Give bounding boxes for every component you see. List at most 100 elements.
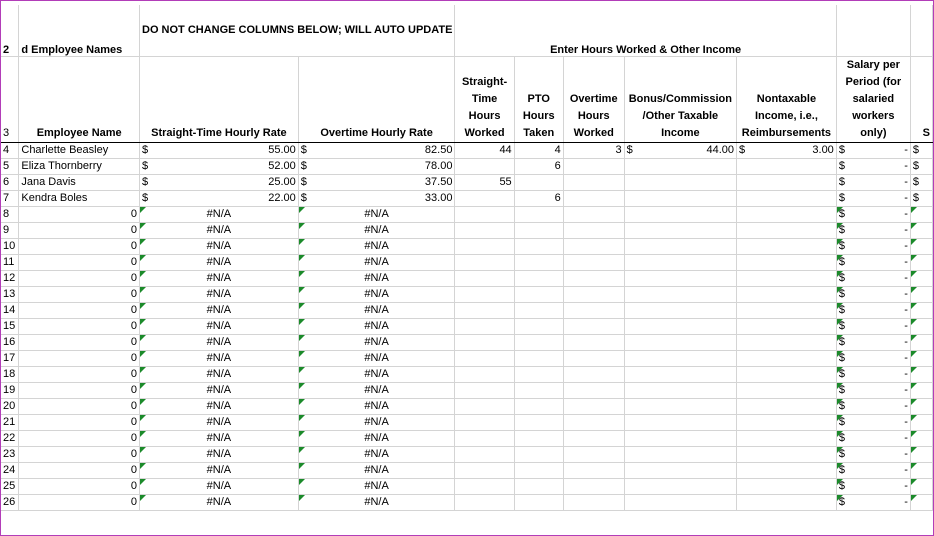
- nontaxable-cell[interactable]: [736, 254, 837, 271]
- bonus-cell[interactable]: [624, 238, 738, 255]
- pto-hours-cell[interactable]: [514, 254, 564, 271]
- bonus-cell[interactable]: [624, 398, 738, 415]
- employee-name-cell[interactable]: 0: [18, 494, 140, 511]
- col-bonus[interactable]: Bonus/Commission /Other Taxable Income: [624, 56, 738, 143]
- col-partial[interactable]: S: [910, 56, 933, 143]
- pto-hours-cell[interactable]: [514, 414, 564, 431]
- nontaxable-cell[interactable]: [736, 430, 837, 447]
- pto-hours-cell[interactable]: [514, 350, 564, 367]
- salary-cell[interactable]: $ -: [836, 302, 911, 319]
- bonus-cell[interactable]: [624, 206, 738, 223]
- bonus-cell[interactable]: [624, 382, 738, 399]
- employee-name-cell[interactable]: 0: [18, 382, 140, 399]
- straight-rate-cell[interactable]: #N/A: [139, 350, 299, 367]
- straight-rate-cell[interactable]: #N/A: [139, 366, 299, 383]
- overtime-rate-cell[interactable]: #N/A: [298, 254, 456, 271]
- partial-col-cell[interactable]: [910, 366, 933, 383]
- nontaxable-cell[interactable]: [736, 238, 837, 255]
- overtime-rate-cell[interactable]: #N/A: [298, 398, 456, 415]
- salary-cell[interactable]: $ -: [836, 334, 911, 351]
- pto-hours-cell[interactable]: [514, 318, 564, 335]
- bonus-cell[interactable]: [624, 366, 738, 383]
- pto-hours-cell[interactable]: [514, 382, 564, 399]
- overtime-hours-cell[interactable]: [563, 398, 625, 415]
- straight-rate-cell[interactable]: #N/A: [139, 430, 299, 447]
- bonus-cell[interactable]: [624, 222, 738, 239]
- bonus-cell[interactable]: [624, 350, 738, 367]
- pto-hours-cell[interactable]: [514, 334, 564, 351]
- overtime-rate-cell[interactable]: #N/A: [298, 414, 456, 431]
- salary-cell[interactable]: $ -: [836, 478, 911, 495]
- overtime-hours-cell[interactable]: [563, 302, 625, 319]
- straight-hours-cell[interactable]: [454, 350, 515, 367]
- straight-rate-cell[interactable]: $55.00: [139, 142, 299, 159]
- bonus-cell[interactable]: [624, 446, 738, 463]
- pto-hours-cell[interactable]: [514, 462, 564, 479]
- salary-cell[interactable]: $ -: [836, 430, 911, 447]
- bonus-cell[interactable]: [624, 254, 738, 271]
- employee-name-cell[interactable]: 0: [18, 478, 140, 495]
- partial-col-cell[interactable]: $: [910, 158, 933, 175]
- partial-col-cell[interactable]: [910, 270, 933, 287]
- salary-cell[interactable]: $ -: [836, 254, 911, 271]
- salary-cell[interactable]: $ -: [836, 446, 911, 463]
- bonus-cell[interactable]: [624, 462, 738, 479]
- bonus-cell[interactable]: [624, 270, 738, 287]
- straight-rate-cell[interactable]: #N/A: [139, 334, 299, 351]
- nontaxable-cell[interactable]: [736, 270, 837, 287]
- nontaxable-cell[interactable]: [736, 414, 837, 431]
- salary-cell[interactable]: $ -: [836, 174, 911, 191]
- overtime-rate-cell[interactable]: #N/A: [298, 222, 456, 239]
- bonus-cell[interactable]: [624, 158, 738, 175]
- straight-rate-cell[interactable]: $22.00: [139, 190, 299, 207]
- pto-hours-cell[interactable]: [514, 286, 564, 303]
- partial-col-cell[interactable]: [910, 318, 933, 335]
- bonus-cell[interactable]: [624, 478, 738, 495]
- straight-rate-cell[interactable]: #N/A: [139, 446, 299, 463]
- straight-hours-cell[interactable]: [454, 382, 515, 399]
- straight-hours-cell[interactable]: [454, 206, 515, 223]
- straight-rate-cell[interactable]: #N/A: [139, 398, 299, 415]
- employee-name-cell[interactable]: 0: [18, 462, 140, 479]
- salary-cell[interactable]: $ -: [836, 318, 911, 335]
- pto-hours-cell[interactable]: 4: [514, 142, 564, 159]
- overtime-hours-cell[interactable]: [563, 206, 625, 223]
- overtime-hours-cell[interactable]: [563, 190, 625, 207]
- partial-col-cell[interactable]: [910, 398, 933, 415]
- overtime-rate-cell[interactable]: $37.50: [298, 174, 456, 191]
- employee-name-cell[interactable]: 0: [18, 206, 140, 223]
- straight-hours-cell[interactable]: [454, 414, 515, 431]
- salary-cell[interactable]: $ -: [836, 222, 911, 239]
- employee-name-cell[interactable]: 0: [18, 254, 140, 271]
- enter-hours-banner[interactable]: Enter Hours Worked & Other Income: [454, 5, 837, 57]
- nontaxable-cell[interactable]: [736, 318, 837, 335]
- overtime-rate-cell[interactable]: #N/A: [298, 382, 456, 399]
- salary-cell[interactable]: $ -: [836, 382, 911, 399]
- employee-name-cell[interactable]: 0: [18, 286, 140, 303]
- salary-cell[interactable]: $ -: [836, 350, 911, 367]
- col-nontaxable[interactable]: Nontaxable Income, i.e., Reimbursements: [736, 56, 837, 143]
- nontaxable-cell[interactable]: [736, 446, 837, 463]
- pto-hours-cell[interactable]: [514, 174, 564, 191]
- pto-hours-cell[interactable]: 6: [514, 158, 564, 175]
- partial-col-cell[interactable]: [910, 494, 933, 511]
- employee-name-cell[interactable]: Charlette Beasley: [18, 142, 140, 159]
- overtime-rate-cell[interactable]: #N/A: [298, 286, 456, 303]
- straight-hours-cell[interactable]: [454, 446, 515, 463]
- nontaxable-cell[interactable]: [736, 158, 837, 175]
- straight-rate-cell[interactable]: #N/A: [139, 494, 299, 511]
- partial-col-cell[interactable]: $: [910, 190, 933, 207]
- straight-hours-cell[interactable]: [454, 190, 515, 207]
- bonus-cell[interactable]: [624, 286, 738, 303]
- overtime-hours-cell[interactable]: [563, 238, 625, 255]
- straight-hours-cell[interactable]: [454, 318, 515, 335]
- auto-update-warning[interactable]: DO NOT CHANGE COLUMNS BELOW; WILL AUTO U…: [139, 5, 456, 57]
- overtime-hours-cell[interactable]: [563, 334, 625, 351]
- straight-hours-cell[interactable]: [454, 334, 515, 351]
- nontaxable-cell[interactable]: [736, 302, 837, 319]
- nontaxable-cell[interactable]: [736, 382, 837, 399]
- overtime-hours-cell[interactable]: [563, 222, 625, 239]
- straight-hours-cell[interactable]: [454, 270, 515, 287]
- nontaxable-cell[interactable]: [736, 174, 837, 191]
- overtime-rate-cell[interactable]: #N/A: [298, 462, 456, 479]
